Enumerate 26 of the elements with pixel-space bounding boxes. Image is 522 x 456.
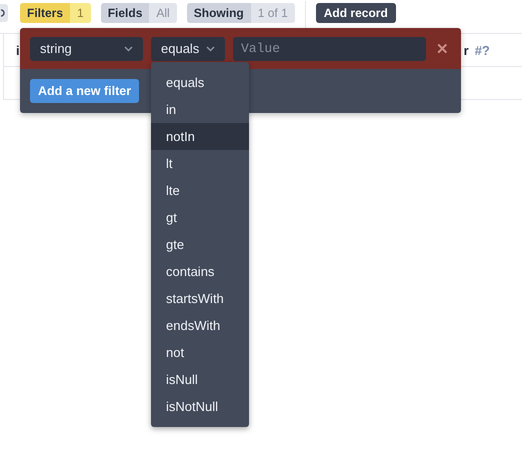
filters-button[interactable]: Filters 1 [20, 3, 91, 23]
menu-item[interactable]: gte [151, 231, 249, 258]
showing-button[interactable]: Showing 1 of 1 [186, 3, 295, 23]
menu-item[interactable]: equals [151, 69, 249, 96]
menu-item[interactable]: lte [151, 177, 249, 204]
add-record-button[interactable]: Add record [316, 3, 396, 23]
chevron-down-icon [206, 46, 215, 52]
menu-item[interactable]: isNotNull [151, 393, 249, 420]
menu-item[interactable]: in [151, 96, 249, 123]
menu-item[interactable]: not [151, 339, 249, 366]
menu-item[interactable]: gt [151, 204, 249, 231]
operator-select[interactable]: equals [151, 36, 225, 60]
column-type: #? [474, 42, 490, 58]
menu-item[interactable]: contains [151, 258, 249, 285]
menu-item[interactable]: lt [151, 150, 249, 177]
column-header: i [16, 42, 20, 58]
fields-button[interactable]: Fields All [100, 3, 177, 23]
menu-item[interactable]: isNull [151, 366, 249, 393]
menu-item[interactable]: startsWith [151, 285, 249, 312]
chevron-down-icon [124, 46, 133, 52]
value-field[interactable]: Value [233, 36, 426, 60]
refresh-icon[interactable] [0, 3, 9, 23]
menu-item[interactable]: endsWith [151, 312, 249, 339]
field-select[interactable]: string [30, 36, 143, 60]
menu-item[interactable]: notIn [151, 123, 249, 150]
column-header: r [464, 42, 469, 58]
